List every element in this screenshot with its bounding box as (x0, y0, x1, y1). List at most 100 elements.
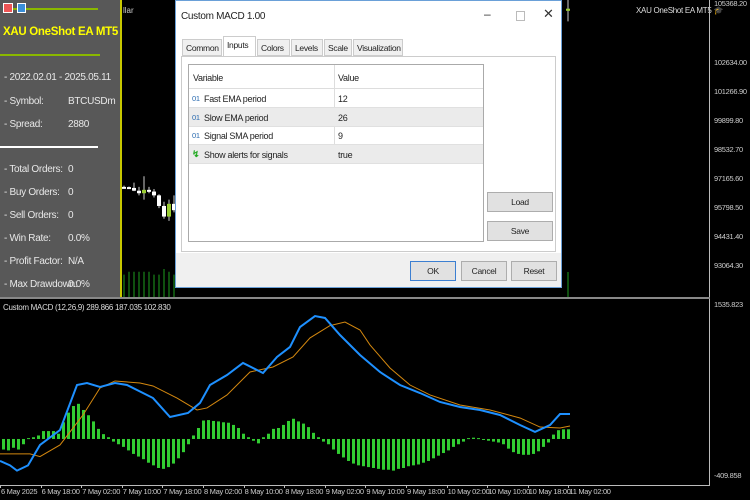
histogram-bar (377, 438, 380, 469)
histogram-bar (492, 438, 495, 442)
row-value: BTCUSDm (68, 96, 116, 107)
param-name: Fast EMA period (204, 94, 267, 104)
histogram-bar (147, 438, 150, 463)
stat-value: N/A (68, 256, 84, 267)
histogram-bar (142, 438, 145, 460)
histogram-bar (212, 420, 215, 439)
tab-inputs[interactable]: Inputs (223, 36, 256, 57)
histogram-bar (12, 438, 15, 448)
histogram-bar (372, 438, 375, 468)
histogram-bar (267, 433, 270, 439)
macd-main-line (0, 314, 570, 472)
dialog-titlebar[interactable]: Custom MACD 1.00 – ✕ (176, 1, 561, 33)
tab-colors[interactable]: Colors (257, 39, 290, 56)
stat-label: - Total Orders: (4, 164, 63, 175)
param-value[interactable]: true (338, 150, 353, 160)
param-value[interactable]: 12 (338, 94, 348, 104)
time-label: 9 May 02:00 (325, 487, 364, 496)
histogram-bar (412, 438, 415, 466)
load-button[interactable]: Load (487, 192, 553, 212)
histogram-bar (517, 438, 520, 454)
histogram-bar (102, 434, 105, 439)
histogram-bar (37, 435, 40, 439)
histogram-bar (232, 424, 235, 439)
time-tick (568, 485, 570, 488)
histogram-bar (432, 438, 435, 459)
tab-scale[interactable]: Scale (324, 39, 352, 56)
integer-param-icon: 01 (192, 112, 200, 122)
tab-levels[interactable]: Levels (291, 39, 323, 56)
table-icon[interactable] (3, 3, 13, 13)
price-label: 99899.80 (714, 116, 743, 125)
histogram-bar (367, 438, 370, 468)
histogram-bar (352, 438, 355, 464)
time-label: 10 May 10:00 (488, 487, 531, 496)
stat-value: 0 (68, 164, 74, 175)
time-label: 6 May 18:00 (41, 487, 80, 496)
candle-body (142, 189, 146, 194)
reset-button[interactable]: Reset (511, 261, 557, 281)
histogram-bar (17, 438, 20, 450)
maximize-button[interactable] (516, 11, 525, 21)
param-row[interactable]: 01 Fast EMA period 12 (189, 89, 483, 108)
macd-subwindow[interactable] (0, 299, 709, 485)
histogram-bar (317, 437, 320, 439)
integer-param-icon: 01 (192, 94, 200, 103)
time-tick (324, 485, 326, 488)
histogram-bar (197, 427, 200, 439)
save-button[interactable]: Save (487, 221, 553, 241)
param-row[interactable]: 01 Slow EMA period 26 (189, 107, 483, 127)
time-tick (487, 485, 489, 488)
histogram-bar (97, 428, 100, 439)
histogram-bar (397, 438, 400, 469)
histogram-bar (297, 421, 300, 439)
histogram-bar (107, 437, 110, 439)
histogram-bar (27, 438, 30, 440)
histogram-bar (472, 437, 475, 439)
candle-body (566, 8, 570, 11)
close-button[interactable]: ✕ (543, 6, 554, 22)
histogram-bar (22, 438, 25, 445)
tab-visualization[interactable]: Visualization (353, 39, 403, 56)
histogram-bar (407, 438, 410, 467)
histogram-bar (127, 438, 130, 451)
histogram-bar (547, 438, 550, 443)
integer-param-icon: 01 (192, 131, 200, 140)
chart-settings-icon[interactable] (17, 3, 26, 13)
histogram-bar (112, 438, 115, 442)
histogram-bar (342, 438, 345, 458)
time-label: 10 May 18:00 (528, 487, 571, 496)
histogram-bar (447, 438, 450, 451)
histogram-bar (332, 438, 335, 450)
boolean-param-icon: ↯ (192, 148, 200, 159)
price-label: 95798.50 (714, 203, 743, 212)
histogram-bar (277, 427, 280, 439)
histogram-bar (122, 438, 125, 447)
param-value[interactable]: 26 (338, 113, 348, 123)
time-label: 10 May 02:00 (447, 487, 490, 496)
param-row[interactable]: 01 Signal SMA period 9 (189, 126, 483, 145)
tab-common[interactable]: Common (182, 39, 222, 56)
stat-value: 0.0% (68, 279, 90, 290)
histogram-bar (137, 438, 140, 457)
histogram-bar (177, 438, 180, 459)
price-label: 94431.40 (714, 232, 743, 241)
stat-row: - Max Drawdown: 0.0% (4, 279, 90, 290)
time-tick (203, 485, 204, 488)
histogram-bar (217, 421, 220, 439)
time-label: 7 May 18:00 (163, 487, 202, 496)
param-value[interactable]: 9 (338, 131, 343, 141)
param-row[interactable]: ↯ Show alerts for signals true (189, 144, 483, 164)
time-tick (162, 485, 164, 488)
histogram-bar (482, 438, 485, 440)
symbol-row: - Symbol: BTCUSDm (4, 96, 116, 107)
time-label: 8 May 18:00 (285, 487, 324, 496)
cancel-button[interactable]: Cancel (461, 261, 507, 281)
macd-axis-top: 1535.823 (714, 300, 743, 309)
minimize-button[interactable]: – (484, 7, 491, 21)
ok-button[interactable]: OK (410, 261, 456, 281)
histogram-bar (262, 437, 265, 439)
candle-body (127, 187, 131, 190)
candle-body (152, 191, 156, 196)
price-label: 97165.60 (714, 174, 743, 183)
